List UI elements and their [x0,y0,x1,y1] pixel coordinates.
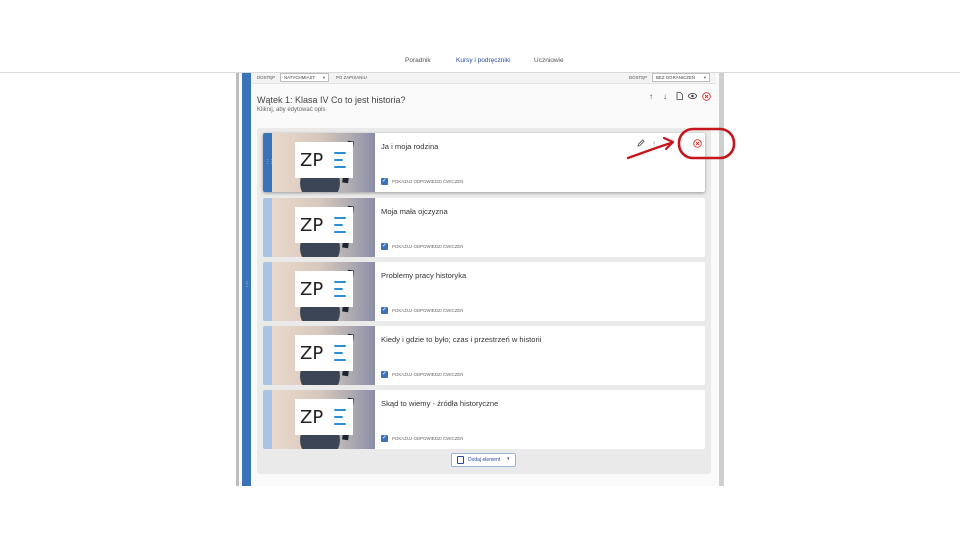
annotation-arrow [626,141,673,160]
page: { "nav": { "tabs": [ {"label": "Poradnik… [0,0,960,540]
annotation-overlay [626,127,736,160]
annotation-circle [677,127,736,160]
